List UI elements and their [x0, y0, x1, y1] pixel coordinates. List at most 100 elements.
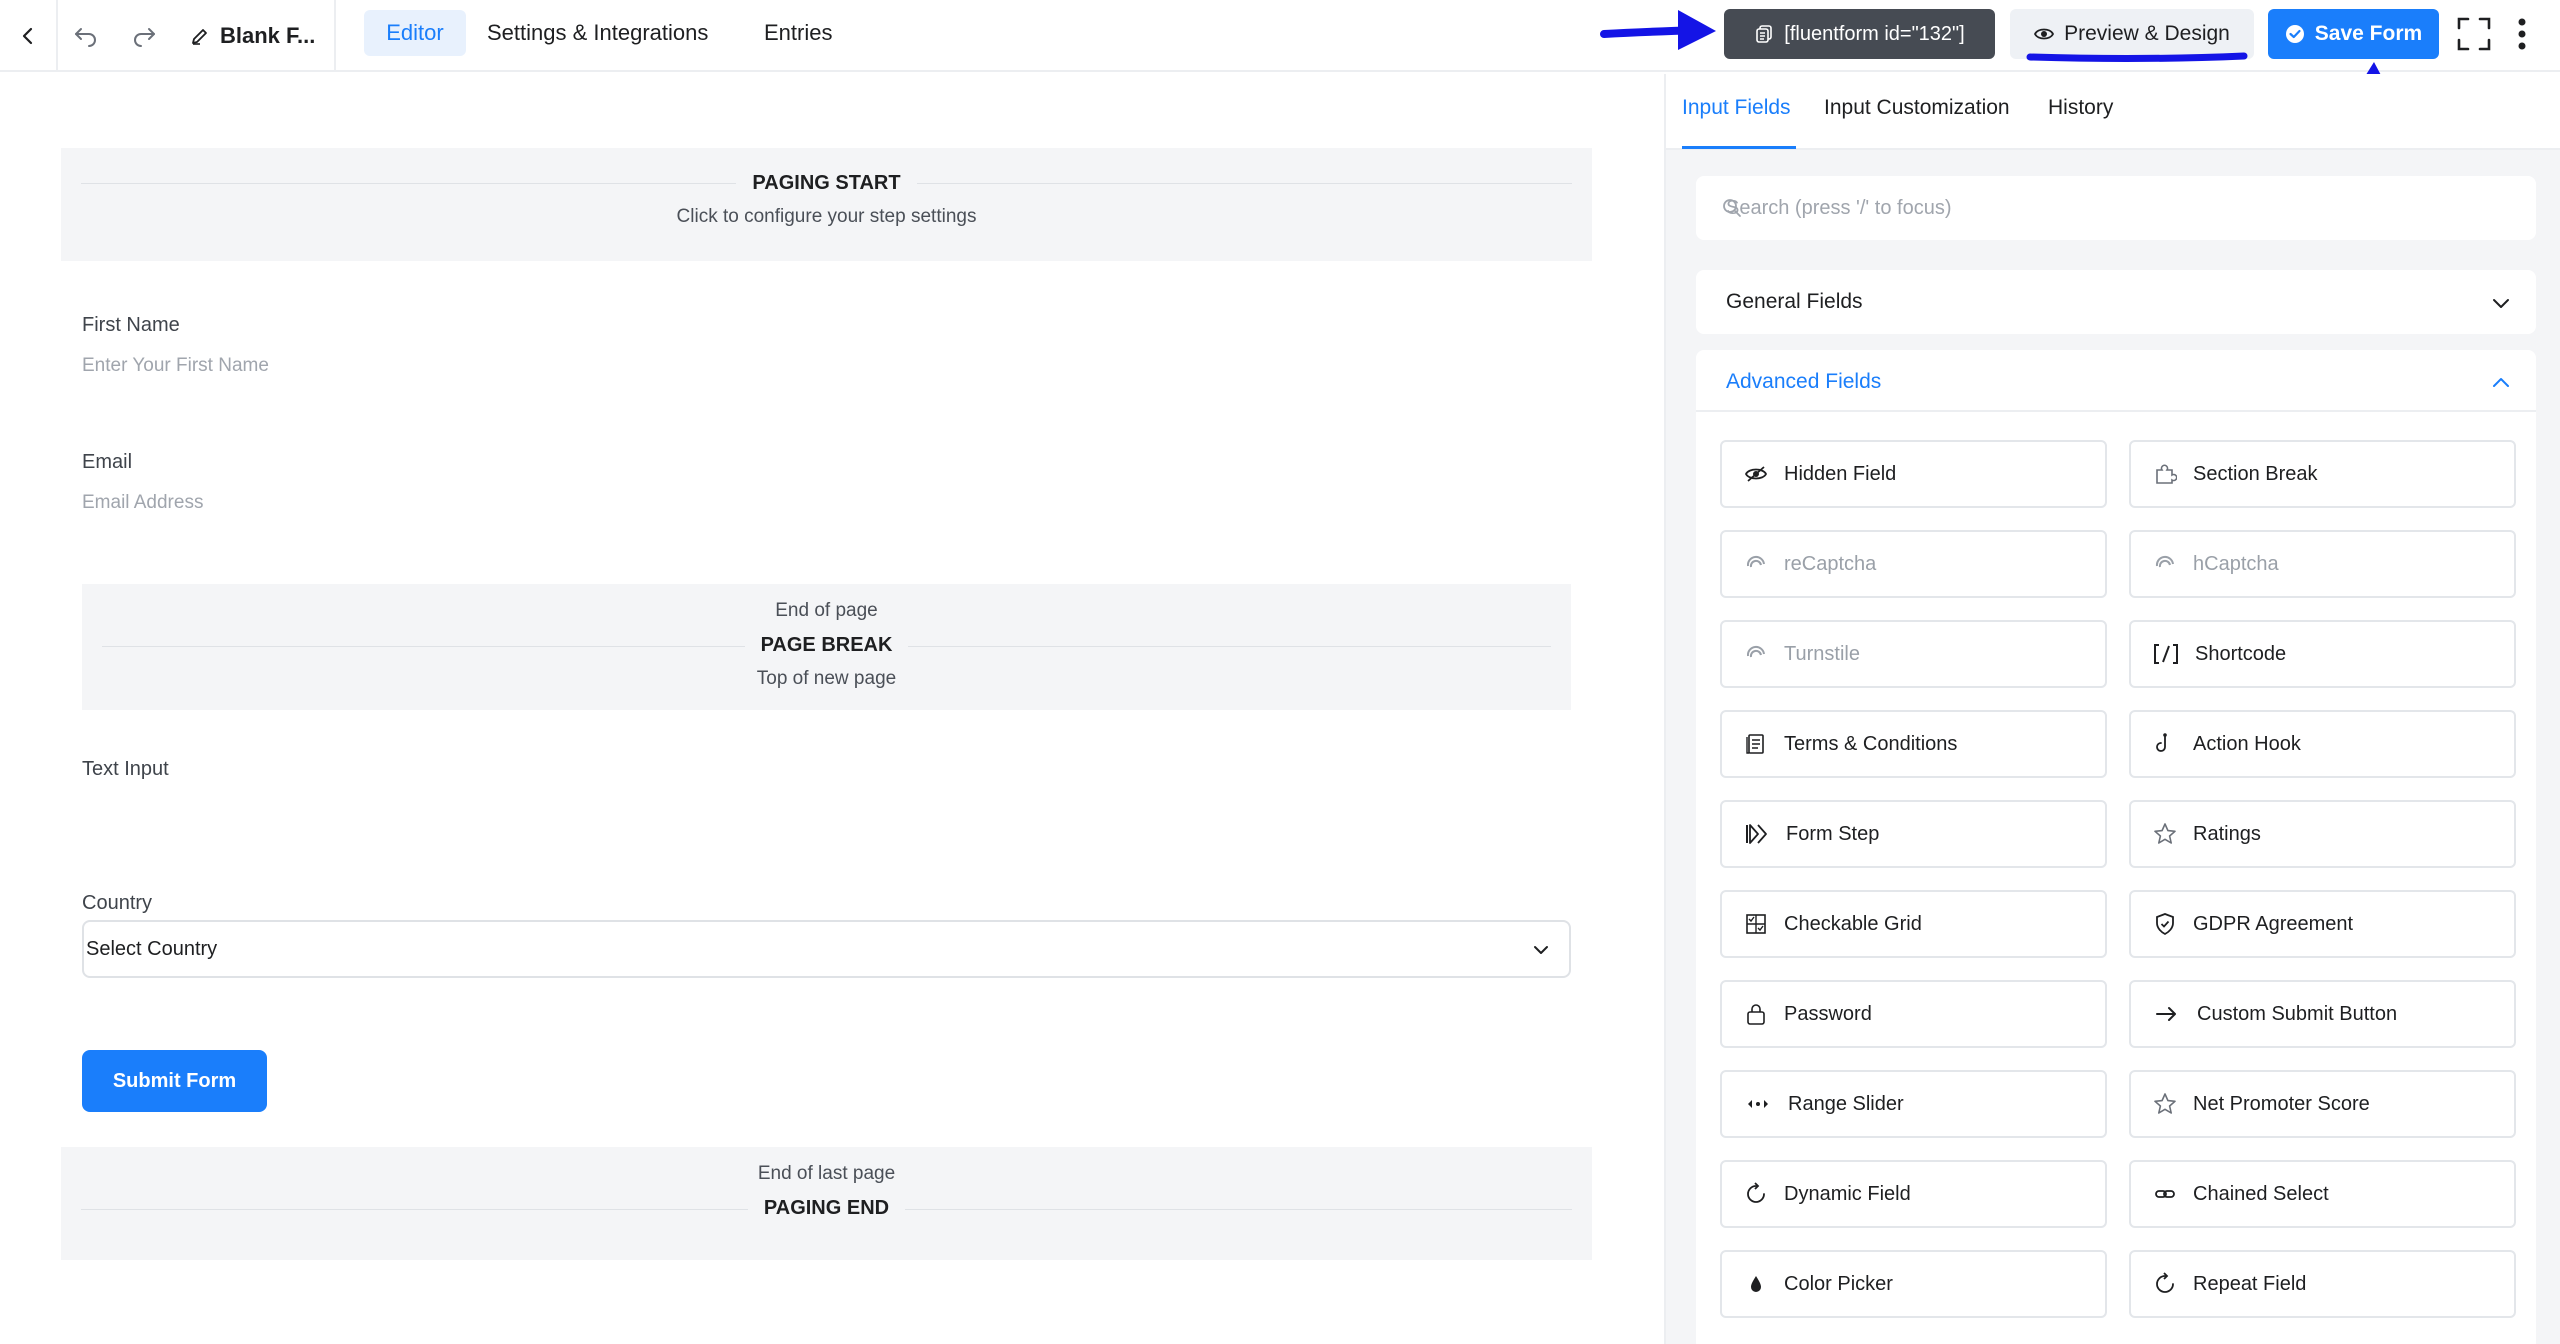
arrow-right-icon: [2156, 1007, 2176, 1021]
more-options-button[interactable]: [2502, 14, 2542, 54]
country-label: Country: [82, 892, 153, 914]
field-search-input[interactable]: Search (press '/' to focus): [1696, 176, 2536, 240]
document-icon: [1746, 734, 1764, 754]
top-bar: Blank F... Editor Settings & Integration…: [0, 0, 2560, 72]
captcha-icon: [2155, 555, 2174, 568]
field-action-hook[interactable]: Action Hook: [2129, 710, 2516, 778]
advanced-fields-header[interactable]: Advanced Fields: [1696, 350, 2536, 412]
copy-shortcode-button[interactable]: [fluentform id="132"]: [1724, 9, 1995, 59]
paging-end-title: PAGING END: [61, 1197, 1592, 1220]
field-label: Shortcode: [2195, 642, 2287, 665]
field-recaptcha[interactable]: reCaptcha: [1720, 530, 2107, 598]
paging-end-top-text: End of last page: [757, 1163, 896, 1184]
star-icon: [2154, 823, 2176, 844]
field-hidden-field[interactable]: Hidden Field: [1720, 440, 2107, 508]
field-label: Repeat Field: [2193, 1272, 2307, 1295]
field-label: reCaptcha: [1784, 552, 1877, 575]
field-label: Action Hook: [2193, 732, 2301, 755]
fullscreen-button[interactable]: [2454, 14, 2494, 54]
paging-start-block[interactable]: PAGING START Click to configure your ste…: [61, 148, 1592, 261]
paging-start-subtitle: Click to configure your step settings: [676, 206, 977, 227]
field-label: Ratings: [2193, 822, 2261, 845]
field-dynamic-field[interactable]: Dynamic Field: [1720, 1160, 2107, 1228]
submit-form-button[interactable]: Submit Form: [82, 1050, 267, 1112]
more-vertical-icon: [2518, 18, 2526, 50]
chevron-down-icon: [1534, 946, 1548, 954]
page-break-top-text: End of page: [775, 600, 878, 621]
tab-history[interactable]: History: [2048, 96, 2113, 120]
active-tab-indicator: [1682, 146, 1796, 149]
pencil-icon: [192, 29, 207, 45]
field-range-slider[interactable]: Range Slider: [1720, 1070, 2107, 1138]
lock-icon: [1747, 1004, 1765, 1025]
field-label: Chained Select: [2193, 1182, 2329, 1205]
range-icon: [1748, 1100, 1768, 1108]
field-section-break[interactable]: Section Break: [2129, 440, 2516, 508]
field-label: hCaptcha: [2193, 552, 2279, 575]
general-fields-title: General Fields: [1726, 290, 1863, 313]
field-password[interactable]: Password: [1720, 980, 2107, 1048]
field-net-promoter-score[interactable]: Net Promoter Score: [2129, 1070, 2516, 1138]
copy-icon: [1756, 25, 1773, 43]
tab-settings-integrations[interactable]: Settings & Integrations: [487, 10, 708, 56]
hook-icon: [2156, 733, 2167, 752]
link-icon: [2155, 1190, 2175, 1198]
field-gdpr-agreement[interactable]: GDPR Agreement: [2129, 890, 2516, 958]
field-ratings[interactable]: Ratings: [2129, 800, 2516, 868]
general-fields-accordion[interactable]: General Fields: [1696, 270, 2536, 334]
field-terms-conditions[interactable]: Terms & Conditions: [1720, 710, 2107, 778]
field-label: GDPR Agreement: [2193, 912, 2354, 935]
save-form-button[interactable]: Save Form: [2268, 9, 2439, 59]
tab-entries[interactable]: Entries: [764, 10, 832, 56]
field-color-picker[interactable]: Color Picker: [1720, 1250, 2107, 1318]
undo-button[interactable]: [58, 0, 114, 72]
preview-design-button[interactable]: Preview & Design: [2010, 9, 2254, 59]
save-label: Save Form: [2314, 22, 2423, 45]
preview-label: Preview & Design: [2064, 22, 2230, 45]
text-input-label: Text Input: [82, 758, 169, 780]
country-select-value: Select Country: [86, 937, 218, 960]
field-checkable-grid[interactable]: Checkable Grid: [1720, 890, 2107, 958]
email-input[interactable]: Email Address: [82, 492, 203, 514]
redo-button[interactable]: [114, 0, 174, 72]
form-title[interactable]: Blank F...: [174, 0, 336, 72]
check-circle-icon: [2285, 25, 2304, 43]
tab-editor[interactable]: Editor: [364, 10, 466, 56]
field-label: Section Break: [2193, 462, 2318, 485]
page-break-block[interactable]: End of page PAGE BREAK Top of new page: [82, 584, 1571, 710]
step-forward-icon: [1746, 824, 1767, 844]
chevron-up-icon: [2493, 378, 2509, 387]
field-hcaptcha[interactable]: hCaptcha: [2129, 530, 2516, 598]
first-name-input[interactable]: Enter Your First Name: [82, 355, 269, 377]
tab-input-customization[interactable]: Input Customization: [1824, 96, 2010, 120]
tab-input-fields[interactable]: Input Fields: [1682, 96, 1791, 120]
field-chained-select[interactable]: Chained Select: [2129, 1160, 2516, 1228]
captcha-icon: [1746, 555, 1765, 568]
eye-slash-icon: [1744, 466, 1768, 482]
country-select[interactable]: Select Country: [82, 920, 1571, 978]
field-label: Dynamic Field: [1784, 1182, 1911, 1205]
field-form-step[interactable]: Form Step: [1720, 800, 2107, 868]
field-repeat-field[interactable]: Repeat Field: [2129, 1250, 2516, 1318]
form-title-text: Blank F...: [220, 23, 316, 48]
shield-icon: [2156, 913, 2174, 936]
search-icon: [1723, 199, 1741, 217]
field-label: Range Slider: [1788, 1092, 1904, 1115]
captcha-icon: [1746, 645, 1765, 658]
field-label: Password: [1784, 1002, 1872, 1025]
grid-check-icon: [1746, 914, 1766, 934]
field-label: Hidden Field: [1784, 462, 1897, 485]
field-shortcode[interactable]: Shortcode: [2129, 620, 2516, 688]
page-break-title: PAGE BREAK: [0, 634, 1653, 657]
panel-tabs: Input Fields Input Customization History: [1666, 74, 2560, 150]
field-label: Turnstile: [1784, 642, 1860, 665]
refresh-icon: [2156, 1272, 2174, 1293]
first-name-label: First Name: [82, 314, 180, 336]
drop-icon: [1751, 1276, 1761, 1292]
field-label: Color Picker: [1784, 1272, 1893, 1295]
back-button[interactable]: [0, 0, 58, 72]
chevron-left-icon: [22, 27, 33, 45]
field-turnstile[interactable]: Turnstile: [1720, 620, 2107, 688]
field-custom-submit-button[interactable]: Custom Submit Button: [2129, 980, 2516, 1048]
paging-end-block[interactable]: End of last page PAGING END: [61, 1147, 1592, 1260]
